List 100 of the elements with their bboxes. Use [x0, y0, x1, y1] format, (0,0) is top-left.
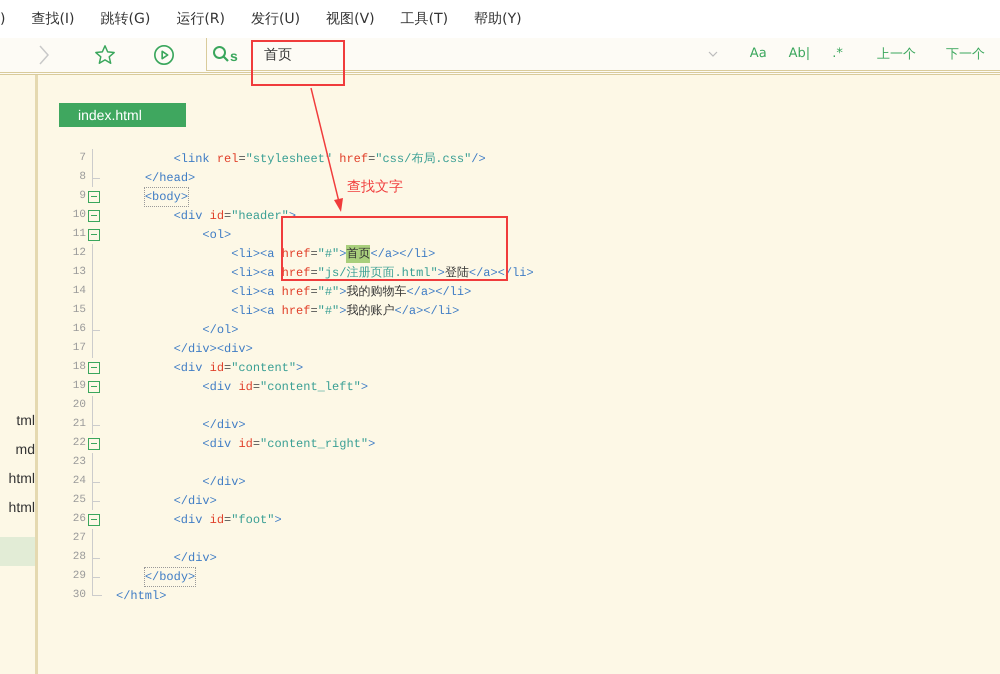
code-token: >	[339, 284, 346, 300]
code-token: </head>	[144, 170, 196, 186]
search-field[interactable]: 首页	[264, 44, 688, 64]
code-token: 我的购物车	[346, 284, 406, 300]
code-token: </div>	[174, 492, 217, 510]
file-name: html	[8, 498, 35, 517]
menu-item[interactable]: 视图(V)	[326, 8, 375, 30]
collapse-icon[interactable]	[88, 514, 100, 526]
code-token: >	[438, 264, 445, 282]
code-token: id	[210, 512, 224, 528]
line-number: 24	[72, 474, 86, 490]
menu-item[interactable]: 帮助(Y)	[474, 8, 522, 30]
code-token: =	[224, 512, 232, 528]
code-token: href	[282, 302, 310, 320]
line-number: 14	[72, 284, 86, 300]
file-name: md	[16, 440, 35, 459]
line-number: 13	[72, 265, 86, 280]
file-list-item[interactable]: html	[0, 464, 35, 493]
line-number: 30	[72, 588, 86, 604]
code-token: <link	[174, 150, 210, 168]
code-token: >	[360, 378, 368, 396]
file-name: tml	[16, 411, 35, 430]
line-number: 16	[72, 322, 86, 338]
code-token: </a></li>	[406, 284, 472, 300]
search-label: s	[230, 49, 238, 63]
play-icon[interactable]	[153, 44, 175, 66]
line-number: 23	[72, 455, 86, 470]
code-token: "content_right"	[260, 436, 368, 452]
code-token: <li><a	[231, 246, 274, 262]
line-number: 8	[78, 170, 86, 186]
code-token: <div	[202, 378, 232, 396]
code-token: =	[310, 264, 318, 282]
code-token: <div	[174, 512, 202, 528]
code-token: "js/注册页面.html"	[318, 264, 438, 282]
menu-item[interactable]: 查找(I)	[31, 8, 75, 30]
file-list-item[interactable]: html	[0, 493, 35, 522]
code-token: >	[339, 302, 346, 320]
line-number: 7	[78, 151, 86, 166]
code-token: "#"	[318, 302, 340, 320]
code-token: <body>	[144, 188, 188, 206]
menu-item[interactable]: 运行(R)	[176, 8, 225, 30]
code-token: =	[252, 378, 260, 396]
collapse-icon[interactable]	[88, 228, 100, 240]
menu-item[interactable]: )	[0, 8, 6, 30]
code-token: <li><a	[231, 284, 274, 300]
file-list-item[interactable]: tml	[0, 406, 35, 435]
code-token: 登陆	[444, 264, 469, 282]
line-number: 28	[72, 550, 86, 566]
code-token: "content_left"	[260, 378, 361, 396]
star-icon[interactable]	[94, 44, 116, 66]
code-token: </body>	[144, 568, 196, 586]
line-number: 26	[72, 512, 86, 528]
code-token: =	[310, 284, 318, 300]
line-number: 10	[72, 208, 86, 224]
line-number: 29	[72, 569, 86, 584]
code-token: <li><a	[231, 302, 274, 320]
dropdown-caret-icon[interactable]	[708, 51, 718, 57]
code-token: "#"	[318, 284, 340, 300]
line-number: 11	[72, 227, 86, 242]
code-token: "content"	[231, 360, 296, 376]
code-token: =	[368, 150, 376, 168]
code-token: id	[238, 378, 253, 396]
search-icon	[212, 45, 230, 63]
code-token: 我的账户	[346, 302, 394, 320]
code-token: </a></li>	[394, 302, 460, 320]
line-number: 27	[72, 531, 86, 546]
code-token: =	[224, 360, 232, 376]
code-token: </a></li>	[370, 246, 436, 262]
menu-item[interactable]: 跳转(G)	[100, 8, 150, 30]
code-token: "css/布局.css"	[375, 150, 472, 168]
code-token: </div><div>	[174, 340, 253, 358]
collapse-icon[interactable]	[88, 210, 100, 222]
collapse-icon[interactable]	[88, 190, 100, 202]
line-number: 22	[72, 436, 86, 452]
collapse-icon[interactable]	[88, 380, 100, 392]
line-number: 9	[78, 189, 86, 204]
file-list-item[interactable]: md	[0, 435, 35, 464]
code-token: <div	[174, 208, 202, 224]
code-token: </div>	[202, 416, 246, 434]
menu-item[interactable]: 发行(U)	[250, 8, 300, 30]
code-token: =	[224, 208, 232, 224]
code-token: <ol>	[202, 226, 232, 244]
line-number: 20	[72, 398, 86, 414]
menu-item[interactable]: 工具(T)	[400, 8, 448, 30]
code-token: =	[310, 302, 318, 320]
code-token: </div>	[202, 474, 246, 490]
line-number: 12	[72, 246, 86, 262]
code-token: <div	[202, 436, 232, 452]
forward-icon[interactable]	[38, 44, 50, 66]
code-token: =	[238, 150, 246, 168]
code-token: </div>	[174, 550, 217, 566]
code-token: <div	[174, 360, 202, 376]
code-token: >	[274, 512, 282, 528]
collapse-icon[interactable]	[88, 438, 100, 450]
code-token: >	[296, 360, 304, 376]
code-token: href	[282, 284, 310, 300]
search-match: 首页	[346, 244, 370, 262]
collapse-icon[interactable]	[88, 362, 100, 374]
line-number: 19	[72, 379, 86, 394]
code-token: >	[339, 246, 346, 262]
